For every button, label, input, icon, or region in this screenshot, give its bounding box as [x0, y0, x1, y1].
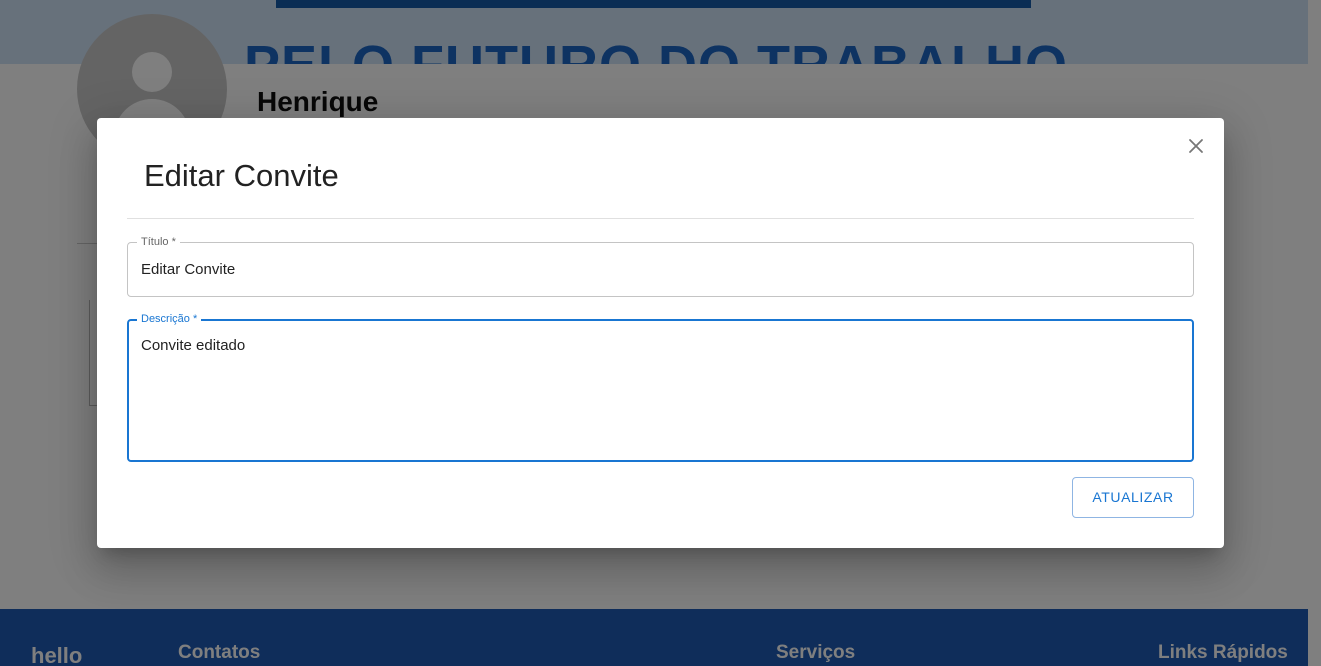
- title-field-label: Título *: [137, 235, 180, 249]
- dialog-divider: [127, 218, 1194, 219]
- description-field[interactable]: Descrição * Convite editado: [127, 312, 1194, 462]
- close-button[interactable]: [1184, 134, 1208, 158]
- description-textarea[interactable]: Convite editado: [141, 337, 1179, 450]
- description-field-label: Descrição *: [137, 312, 202, 326]
- title-field[interactable]: Título * Editar Convite: [127, 235, 1194, 297]
- title-input[interactable]: Editar Convite: [141, 261, 1180, 279]
- edit-invite-dialog: Editar Convite Título * Editar Convite D…: [97, 118, 1224, 548]
- update-button[interactable]: ATUALIZAR: [1072, 477, 1194, 518]
- close-icon: [1189, 139, 1203, 153]
- dialog-title: Editar Convite: [144, 158, 339, 193]
- page: PELO FUTURO DO TRABALHO Henrique hello C…: [0, 0, 1321, 666]
